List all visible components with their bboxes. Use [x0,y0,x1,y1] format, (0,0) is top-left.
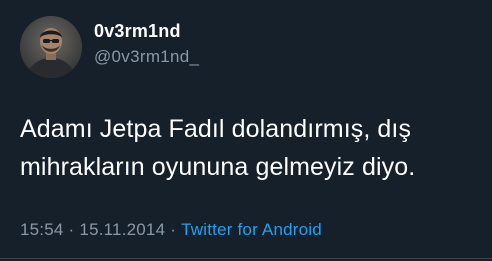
meta-separator: · [68,220,75,239]
divider [0,258,492,259]
tweet-meta: 15:54 · 15.11.2014 · Twitter for Android [20,220,322,240]
meta-separator: · [170,220,177,239]
tweet-source-link[interactable]: Twitter for Android [181,220,322,239]
tweet-card: 0v3rm1nd @0v3rm1nd_ Adamı Jetpa Fadıl do… [0,0,492,261]
author-handle[interactable]: @0v3rm1nd_ [94,47,199,67]
tweet-text-line: mihrakların oyununa gelmeyiz diyo. [20,153,416,181]
user-avatar-photo-icon [20,16,82,78]
tweet-text-line: Adamı Jetpa Fadıl dolandırmış, dış [20,115,412,143]
author-display-name[interactable]: 0v3rm1nd [94,21,181,42]
tweet-time[interactable]: 15:54 [20,220,64,239]
avatar[interactable] [20,16,82,78]
tweet-text: Adamı Jetpa Fadıl dolandırmış, dış mihra… [20,110,480,186]
tweet-date[interactable]: 15.11.2014 [79,220,165,239]
